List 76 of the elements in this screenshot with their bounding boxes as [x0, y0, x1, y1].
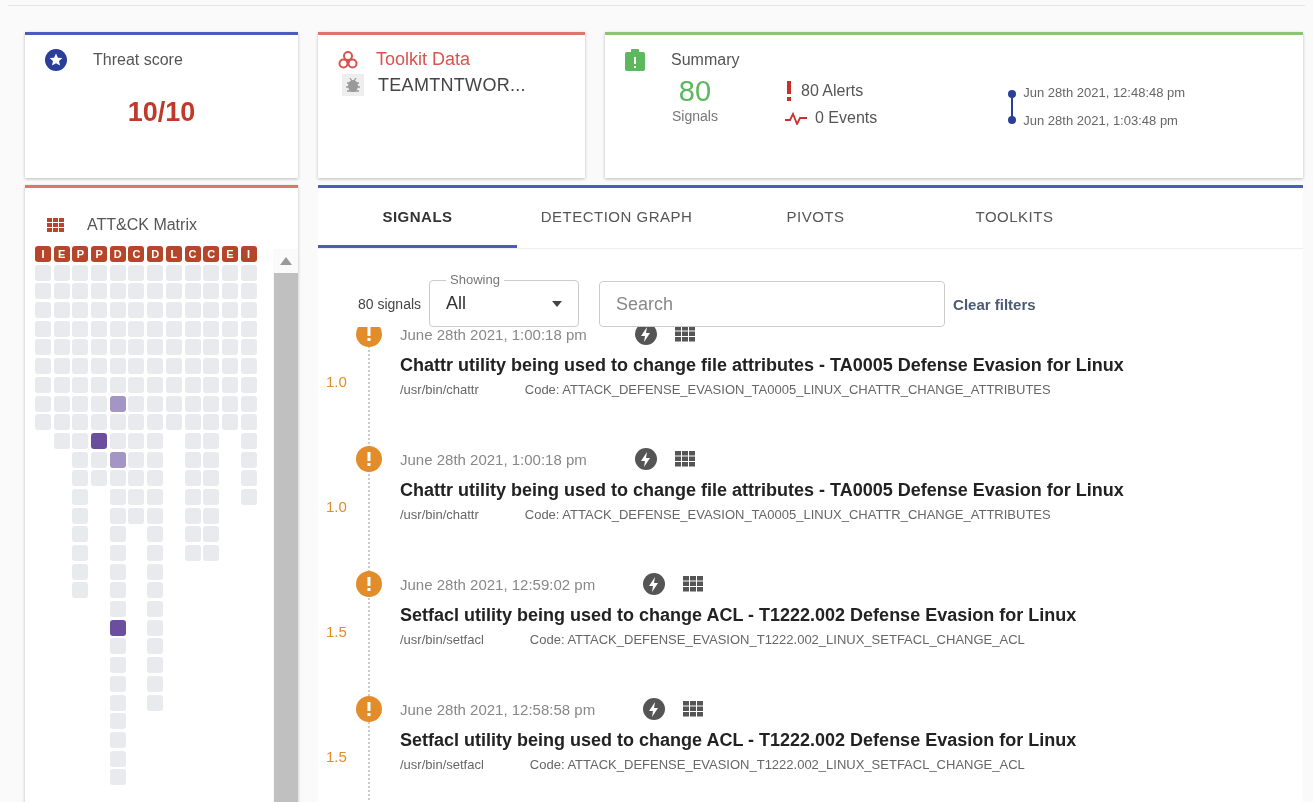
technique-cell[interactable] — [109, 395, 126, 412]
grid-icon[interactable] — [683, 576, 704, 592]
clear-filters-link[interactable]: Clear filters — [953, 295, 1036, 313]
technique-cell[interactable] — [109, 451, 126, 468]
signal-time: June 28th 2021, 1:00:18 pm — [400, 450, 587, 468]
technique-cell[interactable] — [91, 432, 108, 449]
events-count: 0 Events — [815, 109, 878, 127]
grid-icon[interactable] — [683, 701, 704, 717]
process-path: /usr/bin/setfacl — [400, 632, 484, 647]
lightning-icon[interactable] — [634, 327, 657, 345]
process-path: /usr/bin/chattr — [400, 507, 479, 522]
tactic-header[interactable]: C — [203, 246, 220, 262]
tactic-header[interactable]: L — [165, 246, 182, 262]
signal-code: Code: ATTACK_DEFENSE_EVASION_T1222.002_LINUX_SETFACL_CHANGE_ACL — [529, 757, 1025, 772]
scroll-up-icon[interactable] — [279, 257, 292, 265]
signal-count: 80 signals — [358, 296, 422, 312]
tactic-header[interactable]: I — [240, 246, 257, 262]
signals-count: 80 — [678, 75, 712, 108]
signal-time: June 28th 2021, 12:58:58 pm — [400, 700, 596, 718]
signal-score: 1.0 — [326, 498, 347, 515]
alerts-count: 80 Alerts — [801, 82, 864, 100]
process-path: /usr/bin/setfacl — [400, 757, 484, 772]
end-time: Jun 28th 2021, 1:03:48 pm — [1023, 113, 1179, 128]
tab[interactable]: TOOLKITS — [915, 188, 1114, 248]
signal-title[interactable]: Setfacl utility being used to change ACL - T1222.002 Defense Evasion for Linux — [400, 605, 1077, 626]
tactic-header[interactable]: C — [128, 246, 145, 262]
tactic-header[interactable]: D — [147, 246, 164, 262]
tactic-header[interactable]: D — [109, 246, 126, 262]
alert-icon — [356, 696, 382, 722]
tab[interactable]: PIVOTS — [716, 188, 915, 248]
toolkit-name[interactable]: TEAMTNTWOR... — [378, 74, 526, 96]
scrollbar[interactable] — [273, 249, 298, 802]
signals-label: Signals — [672, 108, 718, 124]
card-title: Summary — [671, 51, 740, 69]
process-path: /usr/bin/chattr — [400, 382, 479, 397]
alert-icon — [356, 571, 382, 597]
grid-icon[interactable] — [674, 327, 695, 342]
pulse-icon — [785, 111, 807, 125]
lightning-icon[interactable] — [634, 448, 657, 470]
lightning-icon[interactable] — [643, 698, 666, 720]
tactic-header[interactable]: E — [53, 246, 70, 262]
alert-icon — [356, 446, 382, 472]
signal-code: Code: ATTACK_DEFENSE_EVASION_TA0005_LINUX_CHATTR_CHANGE_ATTRIBUTES — [524, 507, 1051, 522]
card-title: Threat score — [93, 51, 183, 69]
tab[interactable]: DETECTION GRAPH — [517, 188, 716, 248]
signal-title[interactable]: Chattr utility being used to change file attributes - TA0005 Defense Evasion for Linux — [400, 355, 1124, 376]
signal-time: June 28th 2021, 12:59:02 pm — [400, 575, 596, 593]
tactic-header[interactable]: P — [91, 246, 108, 262]
grid-icon — [47, 218, 65, 232]
caret-icon — [552, 300, 563, 307]
tactic-header[interactable]: E — [221, 246, 238, 262]
signal-score: 1.5 — [326, 623, 347, 640]
grid-icon[interactable] — [674, 451, 695, 467]
signal-code: Code: ATTACK_DEFENSE_EVASION_T1222.002_LINUX_SETFACL_CHANGE_ACL — [529, 632, 1025, 647]
bug-icon — [342, 74, 364, 96]
search-field[interactable]: Search — [599, 281, 946, 327]
signal-score: 1.0 — [326, 373, 347, 390]
signal-title[interactable]: Setfacl utility being used to change ACL - T1222.002 Defense Evasion for Linux — [400, 730, 1077, 751]
biohazard-icon — [338, 49, 358, 70]
signal-score: 1.5 — [326, 748, 347, 765]
tactic-header[interactable]: P — [72, 246, 89, 262]
technique-cell[interactable] — [109, 619, 126, 636]
clipboard-alert-icon — [625, 49, 645, 71]
tactic-header[interactable]: I — [35, 246, 51, 262]
signal-title[interactable]: Chattr utility being used to change file attributes - TA0005 Defense Evasion for Linux — [400, 480, 1124, 501]
tactic-header[interactable]: C — [184, 246, 201, 262]
signal-time: June 28th 2021, 1:00:18 pm — [400, 327, 587, 343]
exclamation-icon — [785, 81, 793, 101]
card-title: Toolkit Data — [376, 49, 471, 70]
time-range-icon — [1007, 88, 1018, 125]
showing-dropdown[interactable]: Showing All — [429, 273, 580, 327]
lightning-icon[interactable] — [643, 573, 666, 595]
card-title: ATT&CK Matrix — [87, 216, 197, 234]
threat-score: 10/10 — [126, 97, 197, 128]
signal-code: Code: ATTACK_DEFENSE_EVASION_TA0005_LINUX_CHATTR_CHANGE_ATTRIBUTES — [524, 382, 1051, 397]
start-time: Jun 28th 2021, 12:48:48 pm — [1023, 85, 1186, 100]
